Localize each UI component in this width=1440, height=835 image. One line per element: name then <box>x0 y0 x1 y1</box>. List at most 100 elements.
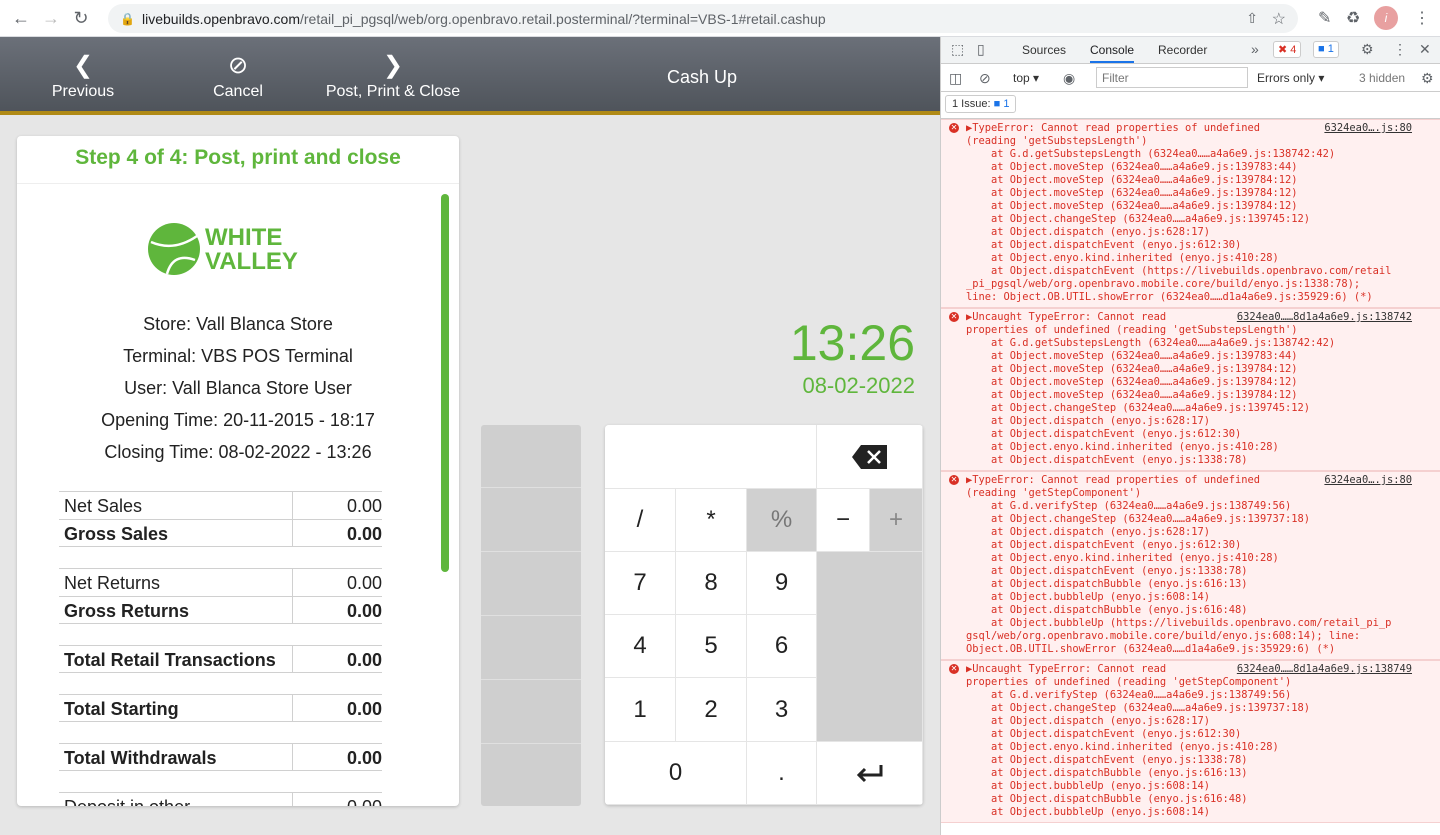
enter-button[interactable] <box>817 742 923 805</box>
terminal-info: Terminal: VBS POS Terminal <box>123 346 353 366</box>
enter-icon <box>856 765 882 783</box>
tab-recorder[interactable]: Recorder <box>1158 43 1207 57</box>
logo-wordmark: WHITE VALLEY <box>205 226 298 274</box>
key-7[interactable]: 7 <box>605 552 676 615</box>
key-1[interactable]: 1 <box>605 678 676 742</box>
table-row: Deposit in other 0.00 <box>59 792 382 806</box>
backspace-icon <box>851 444 887 469</box>
reload-icon[interactable]: ↻ <box>66 3 96 33</box>
more-tabs-icon[interactable]: » <box>1251 41 1259 57</box>
puzzle-extensions-icon[interactable]: ♻ <box>1346 8 1360 28</box>
cashup-toolbar: ❮ Previous ⊘ Cancel ❯ Post, Print & Clos… <box>0 37 940 115</box>
console-error-entry[interactable]: ✕ 6324ea0….js:80 ▶TypeError: Cannot read p… <box>941 471 1440 660</box>
gross-returns-value: 0.00 <box>346 601 382 621</box>
device-toolbar-icon[interactable]: ▯ <box>977 41 985 58</box>
user-info: User: Vall Blanca Store User <box>124 378 352 398</box>
close-icon[interactable]: ✕ <box>1419 41 1431 58</box>
total-withdrawals-table: Total Withdrawals 0.00 <box>59 743 382 771</box>
bookmark-star-icon[interactable]: ☆ <box>1272 9 1286 29</box>
console-error-entry[interactable]: ✕ 6324ea0….js:80 ▶TypeError: Cannot read p… <box>941 119 1440 308</box>
numeric-keypad: / * % − + 7 8 9 4 5 6 1 2 3 0 . <box>605 425 923 805</box>
error-line: at Object.changeStep (6324ea0……a4a6e9.js… <box>966 513 1311 525</box>
key-2[interactable]: 2 <box>676 678 747 742</box>
error-line: properties of undefined (reading 'getSub… <box>966 324 1298 336</box>
logo-line-2: VALLEY <box>205 248 298 275</box>
net-returns-label: Net Returns <box>64 573 161 593</box>
key-6[interactable]: 6 <box>747 615 817 678</box>
key-8[interactable]: 8 <box>676 552 747 615</box>
error-line: at Object.dispatchEvent (enyo.js:1338:78… <box>966 565 1248 577</box>
console-error-entry[interactable]: ✕ 6324ea0……8d1a4a6e9.js:138749 ▶Uncaught T… <box>941 660 1440 823</box>
error-source-link[interactable]: 6324ea0….js:80 <box>1324 474 1412 487</box>
hidden-count: 3 hidden <box>1359 71 1406 85</box>
error-line: at Object.bubbleUp (https://livebuilds.o… <box>966 617 1392 629</box>
chevron-left-icon: ❮ <box>72 52 94 79</box>
divide-key[interactable]: / <box>605 489 676 552</box>
backspace-button[interactable] <box>817 425 923 489</box>
table-row: Net Sales 0.00 <box>59 491 382 519</box>
key-3[interactable]: 3 <box>747 678 817 742</box>
percent-key[interactable]: % <box>747 489 817 552</box>
cancel-button[interactable]: ⊘ Cancel <box>200 53 276 101</box>
step-title: Step 4 of 4: Post, print and close <box>75 146 401 169</box>
error-source-link[interactable]: 6324ea0….js:80 <box>1324 122 1412 135</box>
previous-button[interactable]: ❮ Previous <box>40 53 126 101</box>
console-settings-gear-icon[interactable]: ⚙ <box>1421 70 1434 87</box>
menu-dots-icon[interactable]: ⋮ <box>1414 8 1430 28</box>
back-arrow-icon[interactable]: ← <box>6 3 36 33</box>
share-icon[interactable]: ⇧ <box>1246 10 1258 27</box>
minus-key[interactable]: − <box>817 489 870 552</box>
returns-table: Net Returns 0.00 Gross Returns 0.00 <box>59 568 382 624</box>
gross-sales-value: 0.00 <box>346 524 382 544</box>
multiply-key[interactable]: * <box>676 489 747 552</box>
sidebar-toggle-icon[interactable]: ◫ <box>949 70 962 87</box>
tab-sources[interactable]: Sources <box>1022 43 1066 57</box>
key-5[interactable]: 5 <box>676 615 747 678</box>
plus-key[interactable]: + <box>870 489 923 552</box>
settings-gear-icon[interactable]: ⚙ <box>1361 41 1374 58</box>
table-row: Gross Sales 0.00 <box>59 519 382 547</box>
forward-arrow-icon[interactable]: → <box>36 3 66 33</box>
log-level-selector[interactable]: Errors only ▾ <box>1257 71 1324 85</box>
error-line: at Object.moveStep (6324ea0……a4a6e9.js:1… <box>966 187 1298 199</box>
error-line: at Object.moveStep (6324ea0……a4a6e9.js:1… <box>966 389 1298 401</box>
eyedropper-extension-icon[interactable]: ✎ <box>1318 8 1331 28</box>
post-print-close-label: Post, Print & Close <box>325 83 461 100</box>
context-selector[interactable]: top ▾ <box>1013 71 1039 85</box>
error-line: at Object.changeStep (6324ea0……a4a6e9.js… <box>966 213 1311 225</box>
error-source-link[interactable]: 6324ea0……8d1a4a6e9.js:138742 <box>1237 311 1412 324</box>
message-count-badge[interactable]: ■ 1 <box>1313 41 1339 58</box>
error-line: at Object.dispatchBubble (enyo.js:616:48… <box>966 604 1248 616</box>
error-line: _pi_pgsql/web/org.openbravo.mobile.core/… <box>966 278 1361 290</box>
previous-label: Previous <box>51 83 115 100</box>
key-0[interactable]: 0 <box>605 742 747 805</box>
total-retail-value: 0.00 <box>346 650 382 670</box>
clear-console-icon[interactable]: ⊘ <box>979 70 991 87</box>
eye-icon[interactable]: ◉ <box>1063 70 1075 87</box>
console-error-entry[interactable]: ✕ 6324ea0……8d1a4a6e9.js:138742 ▶Uncaught T… <box>941 308 1440 471</box>
message-count: 1 <box>1327 43 1334 55</box>
url-path: /retail_pi_pgsql/web/org.openbravo.retai… <box>299 10 826 27</box>
error-line: at Object.dispatchEvent (enyo.js:612:30) <box>966 728 1242 740</box>
error-line: at Object.dispatchEvent (enyo.js:1338:78… <box>966 454 1248 466</box>
error-line: at Object.dispatchBubble (enyo.js:616:13… <box>966 767 1248 779</box>
decimal-key[interactable]: . <box>747 742 817 805</box>
error-line: gsql/web/org.openbravo.mobile.core/build… <box>966 630 1361 642</box>
deposit-table: Deposit in other 0.00 <box>59 792 382 806</box>
error-count-badge[interactable]: ✖ 4 <box>1273 41 1302 58</box>
key-4[interactable]: 4 <box>605 615 676 678</box>
error-source-link[interactable]: 6324ea0……8d1a4a6e9.js:138749 <box>1237 663 1412 676</box>
filter-input[interactable]: Filter <box>1096 67 1248 88</box>
post-print-close-button[interactable]: ❯ Post, Print & Close <box>320 53 466 101</box>
error-line: (reading 'getStepComponent') <box>966 487 1142 499</box>
kebab-menu-icon[interactable]: ⋮ <box>1393 41 1407 58</box>
issues-button[interactable]: 1 Issue: ■ 1 <box>945 95 1017 113</box>
address-bar[interactable]: 🔒 livebuilds.openbravo.com/retail_pi_pgs… <box>108 4 1298 33</box>
table-row: Net Returns 0.00 <box>59 568 382 596</box>
cashup-report-card: Step 4 of 4: Post, print and close WHITE… <box>17 136 459 806</box>
key-9[interactable]: 9 <box>747 552 817 615</box>
error-icon: ✕ <box>949 312 959 322</box>
inspect-element-icon[interactable]: ⬚ <box>951 41 964 58</box>
tab-console[interactable]: Console <box>1090 43 1135 63</box>
profile-avatar[interactable]: i <box>1374 6 1398 30</box>
